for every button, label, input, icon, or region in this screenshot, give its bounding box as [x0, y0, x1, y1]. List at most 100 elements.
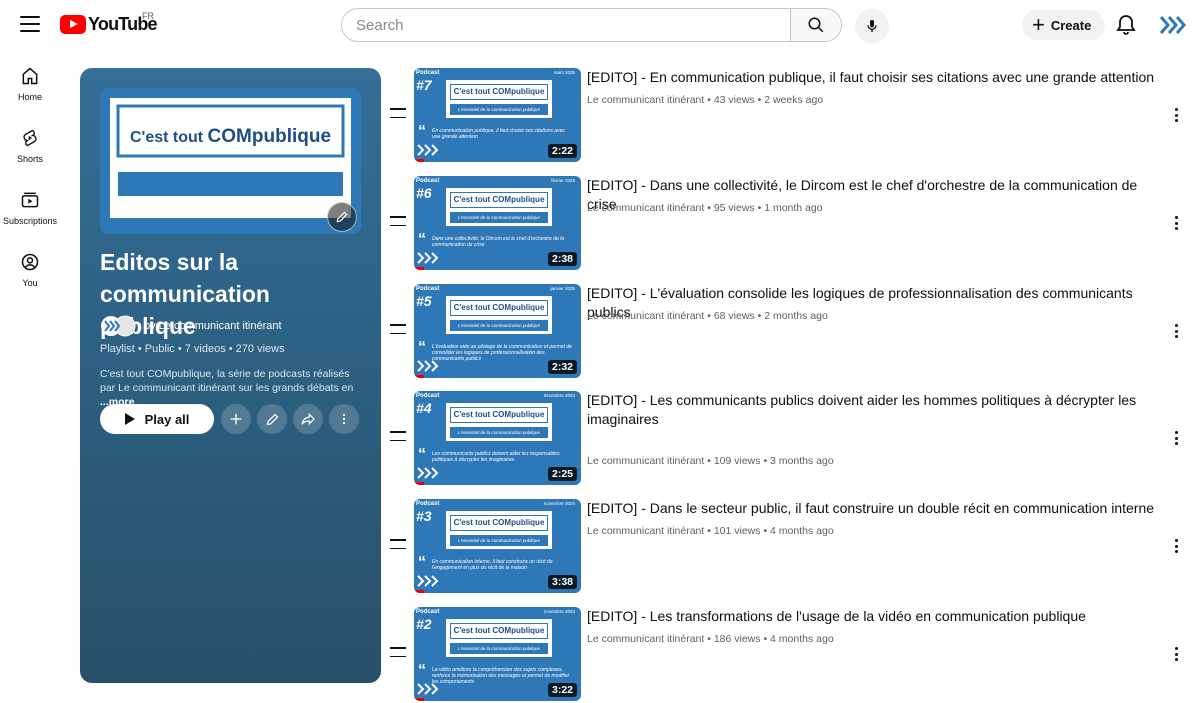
channel-name[interactable]: Le communicant itinérant [587, 633, 704, 645]
episode-month: février 2025 [551, 178, 575, 183]
podcast-label: Podcast [416, 178, 440, 184]
thumbnail-card-subtitle: L'essentiel de la communication publique [450, 212, 548, 223]
nav-subscriptions[interactable]: Subscriptions [0, 180, 60, 242]
video-title[interactable]: [EDITO] - Les transformations de l'usage… [587, 607, 1162, 626]
playlist-video-row[interactable]: Podcast #7 C'est tout COMpublique L'esse… [390, 66, 1200, 162]
more-vertical-icon [342, 413, 346, 425]
video-more-actions-icon[interactable] [1168, 214, 1184, 232]
video-duration: 3:38 [547, 575, 577, 589]
playlist-owner[interactable]: by Le communicant itinérant [100, 315, 282, 337]
drag-handle-icon[interactable] [390, 216, 406, 226]
country-code: FR [142, 11, 154, 21]
nav-you[interactable]: You [0, 242, 60, 304]
episode-month: décembre 2024 [543, 393, 575, 398]
podcast-label: Podcast [416, 393, 440, 399]
cover-subtitle: L'essentiel de la communication publique [121, 198, 340, 210]
view-count: 95 views [713, 202, 755, 214]
episode-number: #7 [416, 77, 432, 93]
video-title[interactable]: [EDITO] - En communication publique, il … [587, 68, 1162, 87]
episode-number: #4 [416, 400, 432, 416]
chevrons-logo-icon [417, 252, 439, 264]
playlist-video-row[interactable]: Podcast #6 C'est tout COMpublique L'esse… [390, 174, 1200, 270]
video-more-actions-icon[interactable] [1168, 537, 1184, 555]
nav-home[interactable]: Home [0, 56, 60, 118]
top-bar: YouTube FR + Create [0, 0, 1200, 50]
watch-progress-bar [414, 267, 424, 270]
create-button[interactable]: + Create [1022, 10, 1106, 40]
quote-icon: “ [418, 662, 426, 679]
playlist-video-row[interactable]: Podcast #3 C'est tout COMpublique L'esse… [390, 497, 1200, 593]
quote-icon: “ [418, 231, 426, 248]
episode-number: #6 [416, 185, 432, 201]
video-title[interactable]: [EDITO] - Dans le secteur public, il fau… [587, 499, 1162, 518]
video-thumbnail[interactable]: Podcast #6 C'est tout COMpublique L'esse… [414, 176, 581, 270]
voice-search-button[interactable] [855, 9, 889, 43]
create-label: Create [1050, 17, 1092, 33]
thumbnail-caption: En communication publique, il faut chois… [432, 128, 565, 140]
thumbnail-card: C'est tout COMpublique L'essentiel de la… [444, 617, 554, 659]
channel-name[interactable]: Le communicant itinérant [587, 202, 704, 214]
video-thumbnail[interactable]: Podcast #3 C'est tout COMpublique L'esse… [414, 499, 581, 593]
thumbnail-card-title: C'est tout COMpublique [450, 192, 548, 208]
video-thumbnail[interactable]: Podcast #7 C'est tout COMpublique L'esse… [414, 68, 581, 162]
thumbnail-card: C'est tout COMpublique L'essentiel de la… [444, 294, 554, 336]
video-more-actions-icon[interactable] [1168, 322, 1184, 340]
notifications-bell-icon[interactable] [1114, 13, 1138, 37]
upload-age: 2 months ago [764, 310, 828, 322]
youtube-play-icon [60, 15, 86, 34]
drag-handle-icon[interactable] [390, 647, 406, 657]
more-actions-button[interactable] [329, 404, 359, 434]
plus-icon: + [1032, 12, 1045, 37]
edit-thumbnail-button[interactable] [327, 202, 357, 232]
playlist-video-row[interactable]: Podcast #4 C'est tout COMpublique L'esse… [390, 389, 1200, 485]
video-duration: 2:32 [547, 360, 577, 374]
watch-progress-bar [414, 590, 424, 593]
owner-avatar [101, 315, 136, 337]
search-button[interactable] [790, 8, 842, 42]
view-count: 43 views [713, 94, 755, 106]
playlist-header-panel: C'est tout COMpublique L'essentiel de la… [80, 68, 381, 683]
nav-shorts[interactable]: Shorts [0, 118, 60, 180]
play-all-button[interactable]: Play all [100, 404, 214, 434]
chevrons-logo-icon [417, 467, 439, 479]
upload-age: 3 months ago [770, 455, 834, 467]
channel-name[interactable]: Le communicant itinérant [587, 310, 704, 322]
playlist-video-row[interactable]: Podcast #5 C'est tout COMpublique L'esse… [390, 282, 1200, 378]
subscriptions-icon [21, 192, 39, 208]
drag-handle-icon[interactable] [390, 324, 406, 334]
video-thumbnail[interactable]: Podcast #5 C'est tout COMpublique L'esse… [414, 284, 581, 378]
menu-icon[interactable] [20, 14, 40, 34]
podcast-label: Podcast [416, 70, 440, 76]
youtube-logo[interactable]: YouTube FR [60, 11, 158, 35]
channel-name[interactable]: Le communicant itinérant [587, 455, 704, 467]
account-avatar[interactable] [1158, 12, 1188, 38]
drag-handle-icon[interactable] [390, 539, 406, 549]
drag-handle-icon[interactable] [390, 431, 406, 441]
video-more-actions-icon[interactable] [1168, 106, 1184, 124]
chevrons-logo-icon [417, 575, 439, 587]
drag-handle-icon[interactable] [390, 108, 406, 118]
playlist-thumbnail[interactable]: C'est tout COMpublique L'essentiel de la… [100, 88, 361, 234]
video-meta: Le communicant itinérant • 68 views • 2 … [587, 310, 828, 322]
video-more-actions-icon[interactable] [1168, 645, 1184, 663]
watch-progress-bar [414, 482, 424, 485]
add-to-playlist-button[interactable] [221, 404, 251, 434]
thumbnail-card: C'est tout COMpublique L'essentiel de la… [444, 401, 554, 443]
podcast-label: Podcast [416, 609, 440, 615]
search-input[interactable] [341, 8, 790, 42]
video-thumbnail[interactable]: Podcast #2 C'est tout COMpublique L'esse… [414, 607, 581, 701]
owner-name[interactable]: by Le communicant itinérant [144, 320, 282, 332]
episode-month: novembre 2024 [543, 609, 575, 614]
video-thumbnail[interactable]: Podcast #4 C'est tout COMpublique L'esse… [414, 391, 581, 485]
video-meta: Le communicant itinérant • 43 views • 2 … [587, 94, 824, 106]
thumbnail-card-title: C'est tout COMpublique [450, 515, 548, 531]
video-title[interactable]: [EDITO] - Les communicants publics doive… [587, 391, 1162, 429]
channel-name[interactable]: Le communicant itinérant [587, 525, 704, 537]
edit-playlist-button[interactable] [257, 404, 287, 434]
thumbnail-card: C'est tout COMpublique L'essentiel de la… [444, 78, 554, 120]
share-button[interactable] [293, 404, 323, 434]
playlist-video-row[interactable]: Podcast #2 C'est tout COMpublique L'esse… [390, 605, 1200, 701]
channel-name[interactable]: Le communicant itinérant [587, 94, 704, 106]
thumbnail-card-title: C'est tout COMpublique [450, 300, 548, 316]
video-more-actions-icon[interactable] [1168, 429, 1184, 447]
